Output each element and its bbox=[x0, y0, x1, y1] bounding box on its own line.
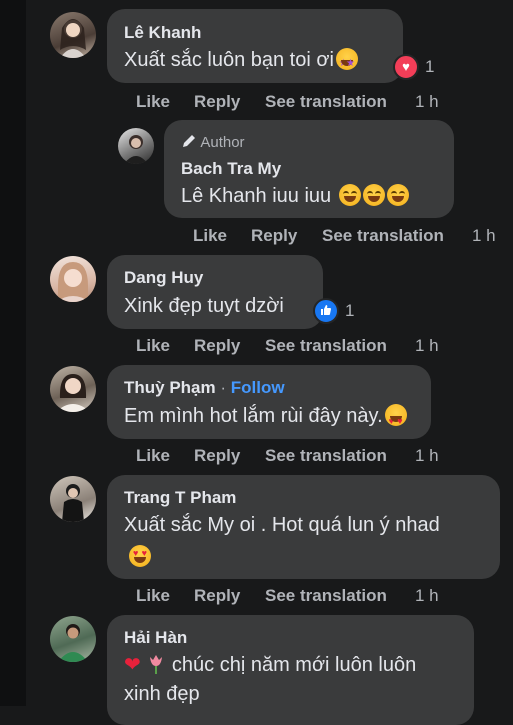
reaction-count: 1 bbox=[425, 57, 435, 76]
reply-button[interactable]: Reply bbox=[194, 586, 240, 606]
thumbs-up-icon bbox=[313, 298, 339, 324]
reply-button[interactable]: Reply bbox=[194, 446, 240, 466]
like-button[interactable]: Like bbox=[136, 586, 170, 606]
grinning-face-icon bbox=[386, 184, 409, 206]
reaction-summary[interactable]: ♥ 1 bbox=[393, 54, 434, 80]
left-edge bbox=[0, 0, 26, 706]
avatar[interactable] bbox=[50, 616, 96, 662]
commenter-name-row: Thuỳ Phạm · Follow bbox=[124, 378, 285, 398]
commenter-name[interactable]: Dang Huy bbox=[124, 268, 203, 288]
reaction-summary[interactable]: 1 bbox=[313, 298, 354, 324]
see-translation-link[interactable]: See translation bbox=[265, 586, 387, 606]
heart-icon: ❤ bbox=[124, 654, 141, 676]
timestamp[interactable]: 1 h bbox=[415, 586, 439, 606]
see-translation-link[interactable]: See translation bbox=[265, 92, 387, 112]
timestamp[interactable]: 1 h bbox=[415, 92, 439, 112]
commenter-name[interactable]: Hải Hàn bbox=[124, 628, 187, 648]
avatar[interactable] bbox=[118, 128, 154, 164]
avatar-photo bbox=[60, 19, 86, 58]
reaction-count: 1 bbox=[345, 301, 355, 320]
comment-text-line-1: chúc chị năm mới luôn luôn bbox=[171, 654, 417, 676]
comment-text: Xuất sắc My oi . Hot quá lun ý nhad bbox=[124, 514, 440, 536]
avatar-photo bbox=[56, 374, 90, 412]
comment-text-content: Em mình hot lắm rùi đây này. bbox=[124, 405, 383, 427]
avatar-photo bbox=[124, 135, 148, 164]
commenter-name[interactable]: Thuỳ Phạm bbox=[124, 378, 216, 397]
heart-eyes-icon bbox=[384, 404, 407, 435]
avatar[interactable] bbox=[50, 256, 96, 302]
comment-text-content: Lê Khanh iuu iuu bbox=[181, 185, 332, 207]
avatar-photo bbox=[62, 484, 84, 522]
reply-button[interactable]: Reply bbox=[194, 92, 240, 112]
avatar[interactable] bbox=[50, 476, 96, 522]
author-label: Author bbox=[200, 134, 245, 151]
tulip-icon bbox=[146, 653, 166, 675]
avatar[interactable] bbox=[50, 366, 96, 412]
comment-text: Xuất sắc luôn bạn toi ơi bbox=[124, 46, 358, 78]
commenter-name[interactable]: Trang T Pham bbox=[124, 488, 236, 508]
see-translation-link[interactable]: See translation bbox=[265, 446, 387, 466]
like-button[interactable]: Like bbox=[193, 226, 227, 246]
heart-icon: ♥ bbox=[393, 54, 419, 80]
pencil-icon bbox=[183, 135, 195, 147]
reply-button[interactable]: Reply bbox=[194, 336, 240, 356]
avatar[interactable] bbox=[50, 12, 96, 58]
comment-text: ❤ chúc chị năm mới luôn luôn bbox=[124, 651, 416, 679]
timestamp[interactable]: 1 h bbox=[415, 336, 439, 356]
comment-text-line-2: xinh đẹp bbox=[124, 683, 200, 705]
timestamp[interactable]: 1 h bbox=[472, 226, 496, 246]
commenter-name[interactable]: Lê Khanh bbox=[124, 23, 201, 43]
see-translation-link[interactable]: See translation bbox=[265, 336, 387, 356]
grinning-face-icon bbox=[362, 184, 385, 206]
timestamp[interactable]: 1 h bbox=[415, 446, 439, 466]
see-translation-link[interactable]: See translation bbox=[322, 226, 444, 246]
comment-text-content: Xuất sắc luôn bạn toi ơi bbox=[124, 49, 334, 71]
separator-dot: · bbox=[215, 378, 231, 397]
follow-button[interactable]: Follow bbox=[231, 378, 285, 397]
heart-eyes-icon bbox=[129, 545, 151, 567]
like-button[interactable]: Like bbox=[136, 336, 170, 356]
commenter-name[interactable]: Bach Tra My bbox=[181, 159, 281, 179]
comment-text: Em mình hot lắm rùi đây này. bbox=[124, 402, 407, 435]
comment-text: Lê Khanh iuu iuu bbox=[181, 182, 409, 210]
reply-button[interactable]: Reply bbox=[251, 226, 297, 246]
star-struck-icon bbox=[335, 48, 358, 78]
comment-text: Xink đẹp tuyt dzời bbox=[124, 295, 284, 317]
like-button[interactable]: Like bbox=[136, 92, 170, 112]
avatar-photo bbox=[58, 624, 88, 662]
grinning-face-icon bbox=[338, 184, 361, 206]
avatar-photo bbox=[56, 262, 90, 302]
like-button[interactable]: Like bbox=[136, 446, 170, 466]
author-badge: Author bbox=[181, 133, 245, 151]
